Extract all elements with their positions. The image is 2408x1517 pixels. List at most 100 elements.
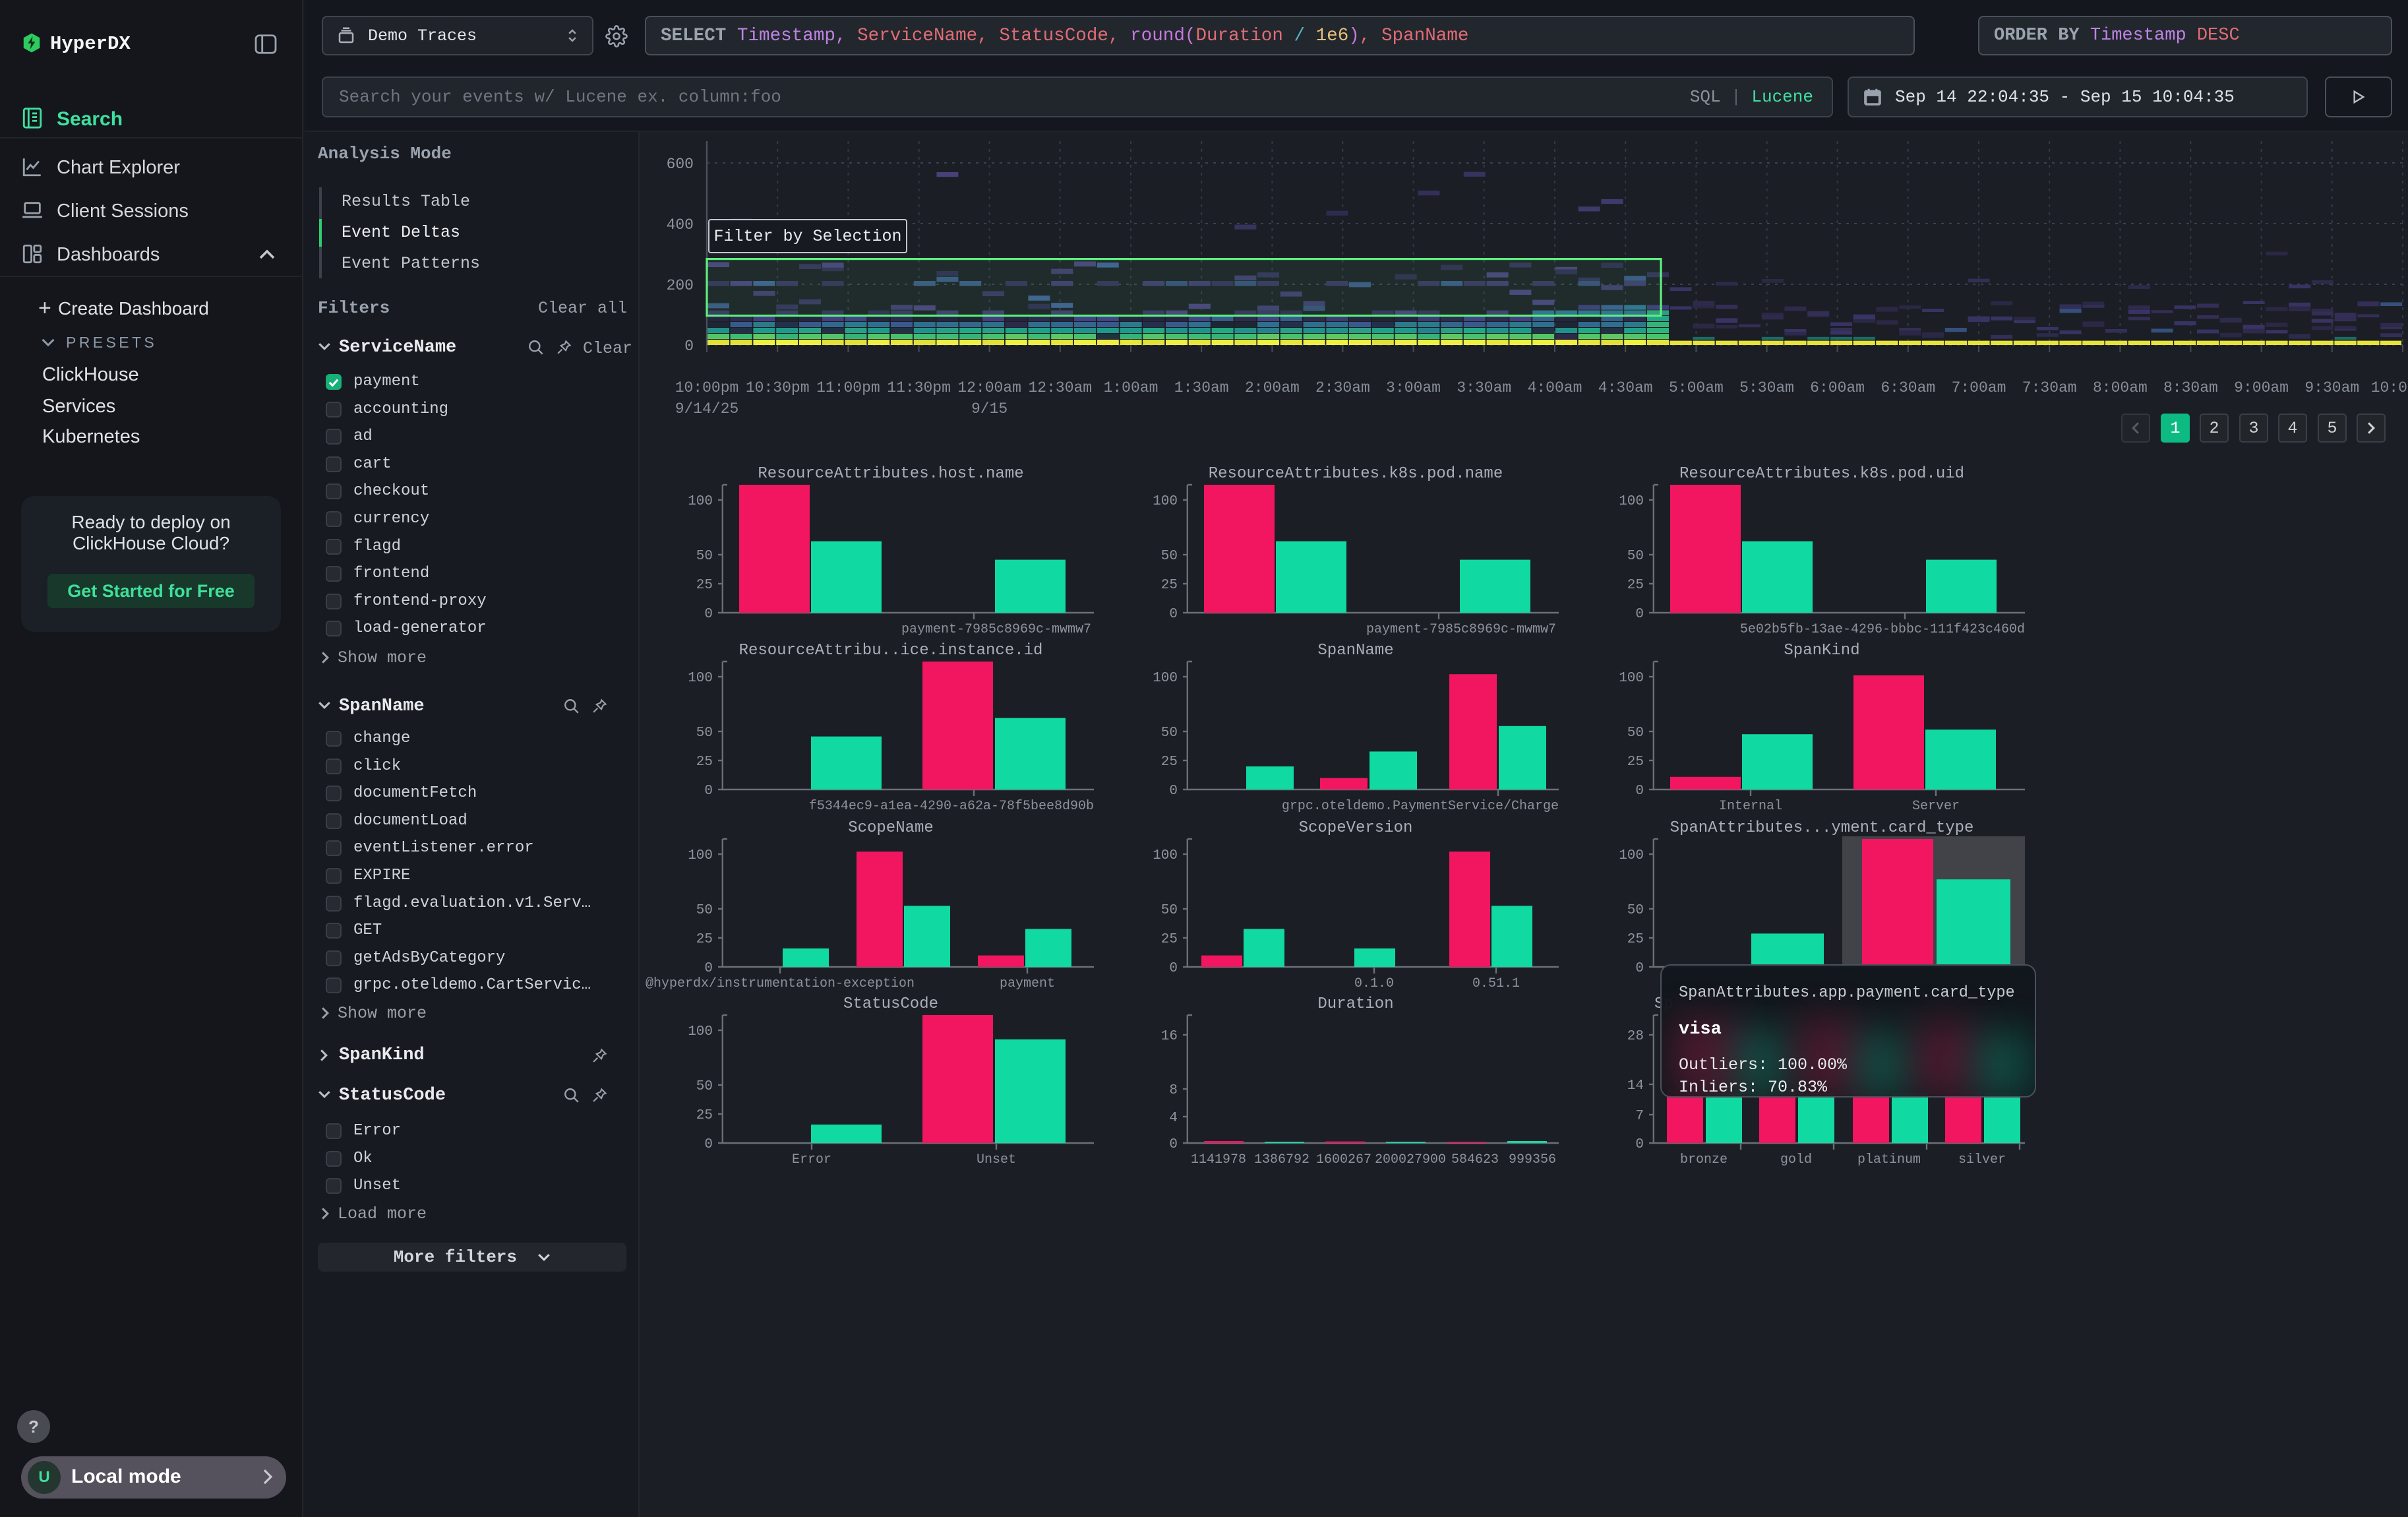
svg-text:Server: Server — [1912, 799, 1960, 814]
svg-text:ScopeVersion: ScopeVersion — [1299, 819, 1413, 837]
svg-text:16: 16 — [1161, 1029, 1178, 1044]
svg-text:0: 0 — [1169, 1137, 1178, 1152]
svg-text:50: 50 — [1627, 903, 1644, 918]
svg-text:5e02b5fb-13ae-4296-bbbc-111f42: 5e02b5fb-13ae-4296-bbbc-111f423c460d — [1740, 622, 2025, 637]
svg-text:7:00am: 7:00am — [1952, 379, 2006, 396]
svg-text:9:30am: 9:30am — [2304, 379, 2359, 396]
svg-text:6:00am: 6:00am — [1810, 379, 1865, 396]
svg-text:3:00am: 3:00am — [1386, 379, 1441, 396]
svg-text:5:00am: 5:00am — [1669, 379, 1724, 396]
svg-text:9/14/25: 9/14/25 — [675, 400, 739, 418]
svg-text:9:00am: 9:00am — [2234, 379, 2289, 396]
svg-text:25: 25 — [1627, 755, 1644, 770]
svg-text:8:00am: 8:00am — [2093, 379, 2148, 396]
svg-text:grpc.oteldemo.PaymentService/C: grpc.oteldemo.PaymentService/Charge — [1282, 799, 1559, 814]
svg-text:100: 100 — [1153, 671, 1178, 686]
svg-text:7:30am: 7:30am — [2022, 379, 2077, 396]
svg-text:200027900: 200027900 — [1375, 1152, 1446, 1167]
svg-text:ResourceAttribu..ice.instance.: ResourceAttribu..ice.instance.id — [739, 642, 1043, 660]
svg-text:StatusCode: StatusCode — [843, 995, 938, 1013]
svg-text:1386792: 1386792 — [1254, 1152, 1309, 1167]
svg-text:5:30am: 5:30am — [1739, 379, 1794, 396]
svg-text:0: 0 — [704, 607, 713, 622]
svg-text:0.1.0: 0.1.0 — [1354, 976, 1394, 991]
svg-text:100: 100 — [1153, 494, 1178, 509]
svg-text:2:00am: 2:00am — [1245, 379, 1300, 396]
svg-text:0: 0 — [1635, 961, 1644, 976]
svg-text:100: 100 — [1619, 671, 1644, 686]
svg-text:4:30am: 4:30am — [1598, 379, 1653, 396]
svg-text:Error: Error — [792, 1152, 831, 1167]
svg-text:100: 100 — [1153, 848, 1178, 863]
svg-text:28: 28 — [1627, 1029, 1644, 1044]
svg-text:1:30am: 1:30am — [1174, 379, 1229, 396]
svg-text:50: 50 — [696, 903, 713, 918]
svg-text:1:00am: 1:00am — [1104, 379, 1159, 396]
svg-text:11:00pm: 11:00pm — [816, 379, 880, 396]
svg-text:ResourceAttributes.k8s.pod.nam: ResourceAttributes.k8s.pod.name — [1209, 465, 1503, 483]
svg-text:payment: payment — [1000, 976, 1055, 991]
svg-text:50: 50 — [696, 1079, 713, 1094]
svg-text:25: 25 — [1161, 755, 1178, 770]
svg-text:SpanName: SpanName — [1317, 642, 1393, 660]
svg-text:0: 0 — [704, 961, 713, 976]
svg-text:999356: 999356 — [1509, 1152, 1556, 1167]
svg-text:2:30am: 2:30am — [1315, 379, 1370, 396]
svg-text:25: 25 — [696, 755, 713, 770]
svg-text:100: 100 — [688, 1024, 713, 1039]
svg-text:SpanKind: SpanKind — [1784, 642, 1859, 660]
svg-text:400: 400 — [667, 216, 694, 233]
svg-text:50: 50 — [1161, 726, 1178, 741]
svg-text:14: 14 — [1627, 1078, 1644, 1094]
svg-text:10:00am: 10:00am — [2371, 379, 2408, 396]
svg-text:silver: silver — [1958, 1152, 2006, 1167]
svg-text:25: 25 — [1161, 932, 1178, 947]
svg-text:@hyperdx/instrumentation-excep: @hyperdx/instrumentation-exception — [646, 976, 915, 991]
svg-text:payment-7985c8969c-mwmw7: payment-7985c8969c-mwmw7 — [901, 622, 1091, 637]
svg-text:0: 0 — [704, 784, 713, 799]
svg-text:3:30am: 3:30am — [1457, 379, 1511, 396]
svg-text:25: 25 — [696, 932, 713, 947]
svg-text:Duration: Duration — [1317, 995, 1393, 1013]
svg-text:Unset: Unset — [977, 1152, 1016, 1167]
svg-text:8:30am: 8:30am — [2163, 379, 2218, 396]
svg-text:4: 4 — [1169, 1111, 1178, 1126]
svg-text:600: 600 — [667, 156, 694, 173]
svg-text:0: 0 — [684, 338, 694, 355]
svg-text:Internal: Internal — [1719, 799, 1782, 814]
svg-text:gold: gold — [1780, 1152, 1812, 1167]
svg-text:4:00am: 4:00am — [1528, 379, 1582, 396]
svg-text:100: 100 — [688, 671, 713, 686]
svg-text:0: 0 — [1169, 784, 1178, 799]
svg-text:100: 100 — [1619, 848, 1644, 863]
svg-text:50: 50 — [1161, 903, 1178, 918]
svg-text:1141978: 1141978 — [1191, 1152, 1246, 1167]
svg-text:10:00pm: 10:00pm — [675, 379, 739, 396]
svg-text:10:30pm: 10:30pm — [746, 379, 810, 396]
svg-text:50: 50 — [1627, 726, 1644, 741]
svg-text:25: 25 — [1627, 578, 1644, 593]
svg-text:25: 25 — [1627, 932, 1644, 947]
svg-text:6:30am: 6:30am — [1881, 379, 1935, 396]
svg-text:1600267: 1600267 — [1316, 1152, 1371, 1167]
svg-text:200: 200 — [667, 277, 694, 294]
svg-text:payment-7985c8969c-mwmw7: payment-7985c8969c-mwmw7 — [1366, 622, 1556, 637]
svg-text:12:00am: 12:00am — [957, 379, 1021, 396]
svg-text:100: 100 — [1619, 494, 1644, 509]
svg-text:ResourceAttributes.host.name: ResourceAttributes.host.name — [758, 465, 1023, 483]
svg-text:584623: 584623 — [1451, 1152, 1499, 1167]
svg-text:0.51.1: 0.51.1 — [1472, 976, 1520, 991]
svg-text:25: 25 — [696, 578, 713, 593]
svg-text:100: 100 — [688, 848, 713, 863]
svg-text:ResourceAttributes.k8s.pod.uid: ResourceAttributes.k8s.pod.uid — [1679, 465, 1964, 483]
svg-text:SpanAttributes...yment.card_ty: SpanAttributes...yment.card_type — [1670, 819, 1974, 837]
svg-text:50: 50 — [1161, 549, 1178, 564]
svg-text:7: 7 — [1635, 1109, 1644, 1124]
svg-text:0: 0 — [1635, 1137, 1644, 1152]
svg-text:ScopeName: ScopeName — [848, 819, 934, 837]
svg-text:0: 0 — [704, 1137, 713, 1152]
svg-text:50: 50 — [696, 549, 713, 564]
svg-text:9/15: 9/15 — [971, 400, 1008, 418]
svg-text:0: 0 — [1635, 784, 1644, 799]
svg-text:bronze: bronze — [1680, 1152, 1728, 1167]
